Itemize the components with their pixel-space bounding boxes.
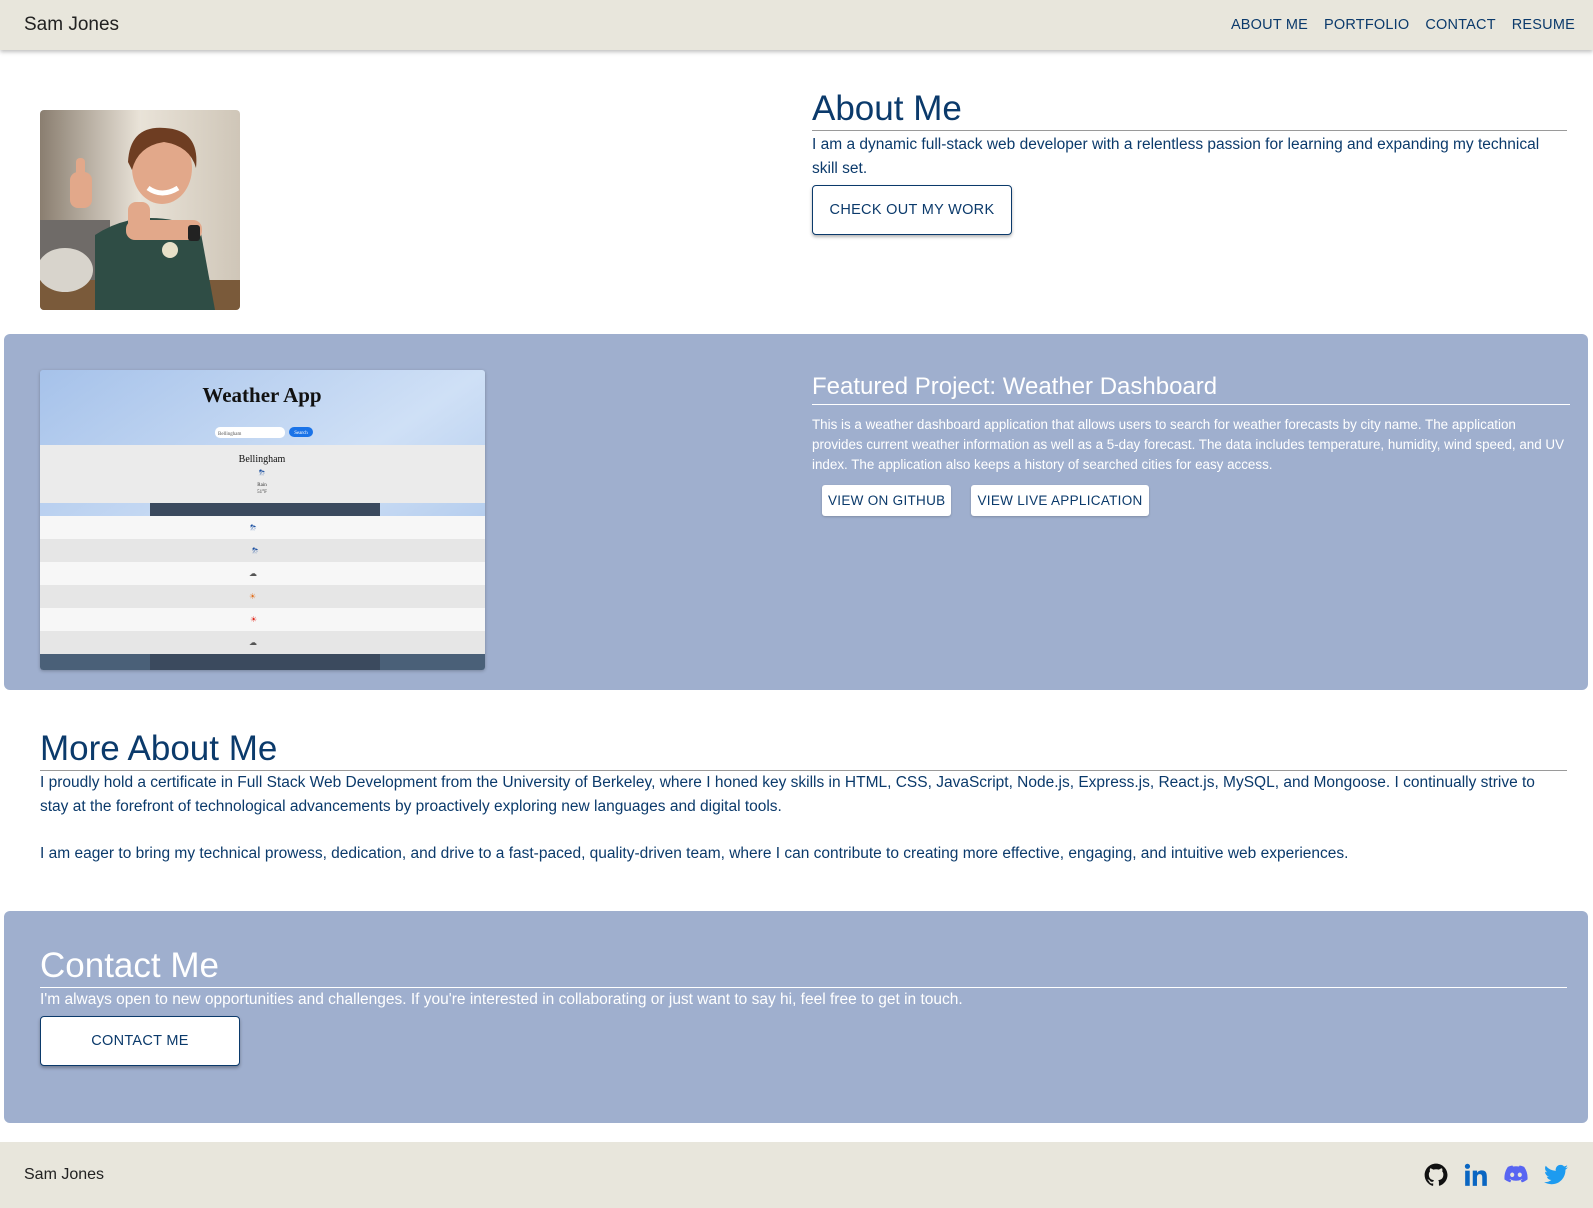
about-description: I am a dynamic full-stack web developer … — [812, 136, 1540, 177]
nav-portfolio[interactable]: PORTFOLIO — [1324, 17, 1409, 33]
discord-icon[interactable] — [1503, 1162, 1529, 1188]
linkedin-icon[interactable] — [1463, 1162, 1489, 1188]
screenshot-temp: 51°F — [257, 490, 267, 495]
contact-section: Contact Me I'm always open to new opport… — [4, 911, 1588, 1123]
github-icon[interactable] — [1423, 1162, 1449, 1188]
about-section: About Me I am a dynamic full-stack web d… — [0, 50, 1593, 330]
view-on-github-button[interactable]: VIEW ON GITHUB — [822, 485, 952, 516]
contact-title: Contact Me — [40, 945, 1567, 988]
nav-links: ABOUT ME PORTFOLIO CONTACT RESUME — [1231, 17, 1575, 33]
contact-content: Contact Me I'm always open to new opport… — [40, 945, 1567, 1066]
screenshot-app-title: Weather App — [202, 383, 321, 407]
svg-text:☀: ☀ — [249, 592, 256, 601]
screenshot-search-button: Search — [294, 431, 308, 436]
screenshot-condition: Rain — [257, 483, 267, 488]
weather-app-screenshot[interactable]: Weather App Bellingham Search Bellingham… — [40, 370, 485, 670]
contact-description: I'm always open to new opportunities and… — [40, 991, 963, 1008]
profile-photo — [40, 110, 240, 310]
screenshot-search-value: Bellingham — [218, 432, 241, 437]
view-live-application-button[interactable]: VIEW LIVE APPLICATION — [971, 485, 1149, 516]
nav-resume[interactable]: RESUME — [1512, 17, 1575, 33]
nav-about-me[interactable]: ABOUT ME — [1231, 17, 1308, 33]
svg-text:☁: ☁ — [249, 569, 257, 578]
about-title: About Me — [812, 88, 1567, 131]
featured-content: Featured Project: Weather Dashboard This… — [812, 372, 1570, 516]
featured-description: This is a weather dashboard application … — [812, 417, 1564, 472]
svg-text:☁: ☁ — [249, 638, 257, 647]
svg-text:☀: ☀ — [250, 615, 257, 624]
nav-contact[interactable]: CONTACT — [1425, 17, 1495, 33]
svg-text:⛈: ⛈ — [250, 523, 257, 532]
more-about-title: More About Me — [40, 728, 1567, 771]
svg-text:⛈: ⛈ — [252, 546, 259, 555]
brand-name[interactable]: Sam Jones — [24, 14, 119, 36]
contact-me-button[interactable]: CONTACT ME — [40, 1016, 240, 1066]
check-out-my-work-button[interactable]: CHECK OUT MY WORK — [812, 185, 1012, 235]
svg-text:⛈: ⛈ — [259, 468, 266, 477]
more-about-paragraph-1: I proudly hold a certificate in Full Sta… — [40, 774, 1535, 815]
footer-name: Sam Jones — [24, 1166, 105, 1183]
social-links — [1423, 1162, 1569, 1188]
more-about-section: More About Me I proudly hold a certifica… — [40, 728, 1567, 866]
featured-project-section: Weather App Bellingham Search Bellingham… — [4, 334, 1588, 690]
featured-buttons: VIEW ON GITHUB VIEW LIVE APPLICATION — [822, 485, 1570, 516]
screenshot-city: Bellingham — [239, 454, 286, 465]
navbar: Sam Jones ABOUT ME PORTFOLIO CONTACT RES… — [0, 0, 1593, 50]
featured-title: Featured Project: Weather Dashboard — [812, 372, 1570, 405]
footer: Sam Jones — [0, 1142, 1593, 1208]
twitter-icon[interactable] — [1543, 1162, 1569, 1188]
more-about-paragraph-2: I am eager to bring my technical prowess… — [40, 845, 1349, 862]
about-content: About Me I am a dynamic full-stack web d… — [812, 88, 1567, 235]
